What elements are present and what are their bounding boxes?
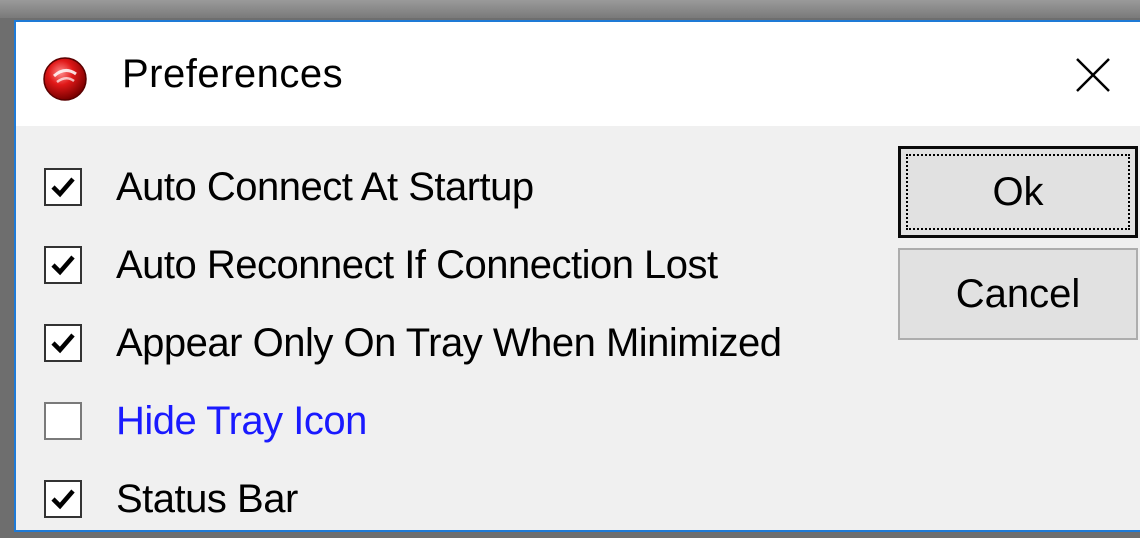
option-tray-minimized[interactable]: Appear Only On Tray When Minimized — [44, 304, 782, 382]
desktop-backdrop — [0, 0, 1140, 18]
check-icon — [51, 489, 75, 510]
app-red-orb-icon — [43, 57, 87, 101]
tray-minimized-checkbox[interactable] — [44, 324, 82, 362]
check-icon — [51, 177, 75, 198]
status-bar-label: Status Bar — [116, 476, 298, 521]
title-bar[interactable]: Preferences — [16, 22, 1140, 126]
auto-reconnect-checkbox[interactable] — [44, 246, 82, 284]
window-title: Preferences — [122, 52, 344, 96]
close-icon — [1076, 58, 1110, 92]
auto-connect-checkbox[interactable] — [44, 168, 82, 206]
check-icon — [51, 255, 75, 276]
option-hide-tray-icon[interactable]: Hide Tray Icon — [44, 382, 781, 460]
cancel-button-label: Cancel — [955, 271, 1081, 316]
status-bar-checkbox[interactable] — [44, 480, 82, 518]
ok-button-label: Ok — [992, 169, 1044, 214]
hide-tray-icon-label: Hide Tray Icon — [116, 398, 367, 443]
ok-button[interactable]: Ok — [898, 146, 1138, 238]
preferences-dialog: Preferences Auto Connect At Startup Auto… — [14, 20, 1140, 532]
options-list: Auto Connect At Startup Auto Reconnect I… — [44, 148, 782, 538]
close-button[interactable] — [1064, 46, 1122, 104]
check-icon — [51, 333, 75, 354]
option-auto-connect[interactable]: Auto Connect At Startup — [44, 148, 781, 226]
auto-connect-label: Auto Connect At Startup — [116, 164, 534, 209]
tray-minimized-label: Appear Only On Tray When Minimized — [116, 320, 782, 365]
option-auto-reconnect[interactable]: Auto Reconnect If Connection Lost — [44, 226, 781, 304]
cancel-button[interactable]: Cancel — [898, 248, 1138, 340]
hide-tray-icon-checkbox[interactable] — [44, 402, 82, 440]
auto-reconnect-label: Auto Reconnect If Connection Lost — [116, 242, 718, 287]
option-status-bar[interactable]: Status Bar — [44, 460, 781, 538]
